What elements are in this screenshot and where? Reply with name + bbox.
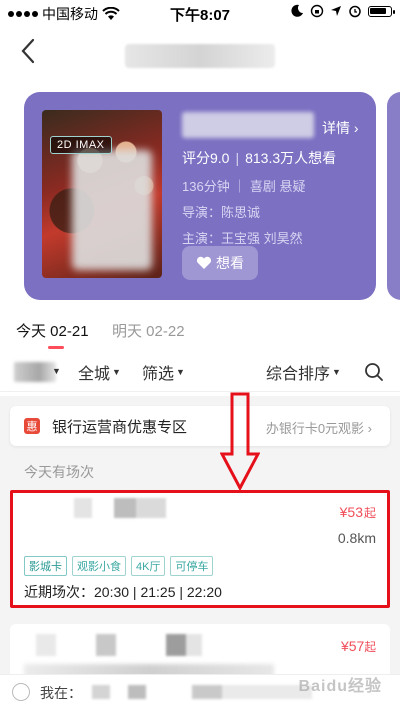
rating-score: 评分9.0: [182, 150, 230, 166]
advanced-filter-label: 筛选: [142, 366, 175, 383]
movie-director: 导演：陈思诚: [182, 205, 261, 220]
sort-label: 综合排序: [266, 366, 331, 383]
want-button[interactable]: 想看: [182, 246, 258, 280]
heart-icon: [196, 256, 212, 269]
recent-times: 20:30 | 21:25 | 22:20: [94, 584, 222, 600]
watermark: Baidu经验: [298, 678, 382, 695]
cinema-price: ¥53起: [340, 504, 376, 521]
cinema-card[interactable]: ¥53起 0.8km 影城卡 观影小食 4K厅 可停车 近期场次：20:30 |…: [10, 490, 390, 608]
cinema-name-redacted: [74, 498, 166, 518]
refresh-location-icon[interactable]: [12, 683, 30, 701]
movie-rating: 评分9.0 | 813.3万人想看: [182, 148, 336, 168]
next-movie-card[interactable]: [387, 92, 400, 300]
cinema-price-2: ¥57起: [341, 638, 376, 655]
rating-separator: |: [235, 150, 240, 166]
battery-icon: [368, 5, 395, 17]
discount-icon: 惠: [24, 418, 40, 434]
sort-dropdown[interactable]: 综合排序 ▼: [266, 360, 341, 384]
tab-today[interactable]: 今天 02-21: [16, 320, 89, 341]
city-filter[interactable]: 全城 ▼: [78, 360, 121, 384]
cinema-name-redacted: [36, 634, 202, 656]
movie-card[interactable]: 2D IMAX 详情 › 评分9.0 | 813.3万人想看 136分钟 ｜ 喜剧 …: [24, 92, 376, 300]
price-value-2: ¥57: [340, 638, 365, 654]
tag-snacks: 观影小食: [72, 556, 126, 576]
price-suffix: 起: [363, 506, 376, 520]
date-tabs: 今天 02-21 明天 02-22: [0, 316, 400, 350]
format-tag: 2D IMAX: [50, 136, 112, 154]
alarm-icon: [349, 5, 361, 18]
location-label: 我在：: [40, 685, 82, 701]
filter-bar: ▼ 全城 ▼ 筛选 ▼ 综合排序 ▼: [0, 352, 400, 392]
status-bar: 中国移动 下午8:07: [0, 0, 400, 26]
city-filter-label: 全城: [78, 366, 111, 383]
movie-cast: 主演：王宝强 刘昊然: [182, 231, 303, 246]
active-tab-indicator: [48, 346, 64, 349]
bank-promo-link[interactable]: 办银行卡0元观影 ›: [266, 418, 372, 437]
movie-poster[interactable]: 2D IMAX: [42, 110, 162, 278]
page-title-redacted: [125, 44, 275, 68]
tag-cinema-card: 影城卡: [24, 556, 67, 576]
chevron-down-icon: ▼: [332, 367, 341, 377]
tag-parking: 可停车: [170, 556, 214, 576]
nav-bar: [0, 26, 400, 82]
price-suffix-2: 起: [364, 641, 376, 654]
location-icon: [331, 6, 341, 16]
detail-link[interactable]: 详情 ›: [322, 118, 359, 138]
search-icon[interactable]: [364, 362, 384, 382]
chevron-down-icon: ▼: [176, 367, 185, 377]
cinema-distance: 0.8km: [337, 530, 376, 546]
cinema-tags: 影城卡 观影小食 4K厅 可停车: [24, 556, 214, 576]
recent-showtimes: 近期场次：20:30 | 21:25 | 22:20: [24, 582, 222, 602]
bank-promo-banner[interactable]: 惠 银行运营商优惠专区 办银行卡0元观影 ›: [10, 406, 390, 446]
chevron-left-icon[interactable]: [14, 36, 44, 66]
want-button-label: 想看: [216, 255, 244, 271]
tag-4k: 4K厅: [131, 556, 166, 576]
movie-title-redacted: [182, 112, 314, 138]
chevron-down-icon: ▼: [52, 366, 61, 376]
bank-promo-title: 银行运营商优惠专区: [52, 419, 188, 436]
location-redacted: [92, 685, 312, 699]
price-value: ¥53: [339, 504, 363, 520]
movie-meta: 136分钟 ｜ 喜剧 悬疑: [182, 179, 306, 194]
advanced-filter[interactable]: 筛选 ▼: [142, 360, 185, 384]
chevron-down-icon: ▼: [112, 367, 121, 377]
status-icons: [290, 4, 395, 18]
section-label: 今天有场次: [24, 464, 94, 480]
want-count: 813.3万人想看: [245, 150, 337, 166]
tab-tomorrow[interactable]: 明天 02-22: [112, 320, 185, 341]
lock-rotation-icon: [310, 4, 324, 18]
recent-label: 近期场次：: [24, 584, 94, 600]
district-filter-redacted[interactable]: [14, 362, 56, 382]
poster-redaction: [72, 150, 152, 270]
moon-icon: [291, 4, 303, 17]
